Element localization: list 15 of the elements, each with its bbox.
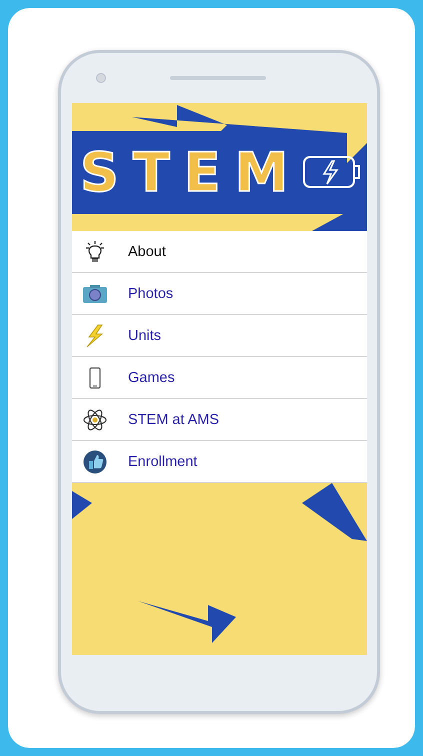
menu-item[interactable]: About bbox=[72, 231, 367, 273]
menu-item[interactable]: Enrollment bbox=[72, 441, 367, 483]
camera-icon bbox=[82, 284, 108, 304]
menu-item[interactable]: Photos bbox=[72, 273, 367, 315]
menu-item[interactable]: Units bbox=[72, 315, 367, 357]
atom-icon bbox=[82, 408, 108, 432]
stem-logo: STEM bbox=[80, 140, 302, 204]
battery-icon bbox=[302, 155, 362, 189]
camera-icon bbox=[96, 73, 106, 83]
smartphone-icon bbox=[89, 366, 101, 388]
lightning-bolt-icon bbox=[84, 324, 106, 348]
menu-item[interactable]: STEM at AMS bbox=[72, 399, 367, 441]
lightbulb-icon bbox=[84, 240, 106, 264]
menu-item[interactable]: Games bbox=[72, 357, 367, 399]
thumbs-up-icon bbox=[83, 450, 107, 474]
